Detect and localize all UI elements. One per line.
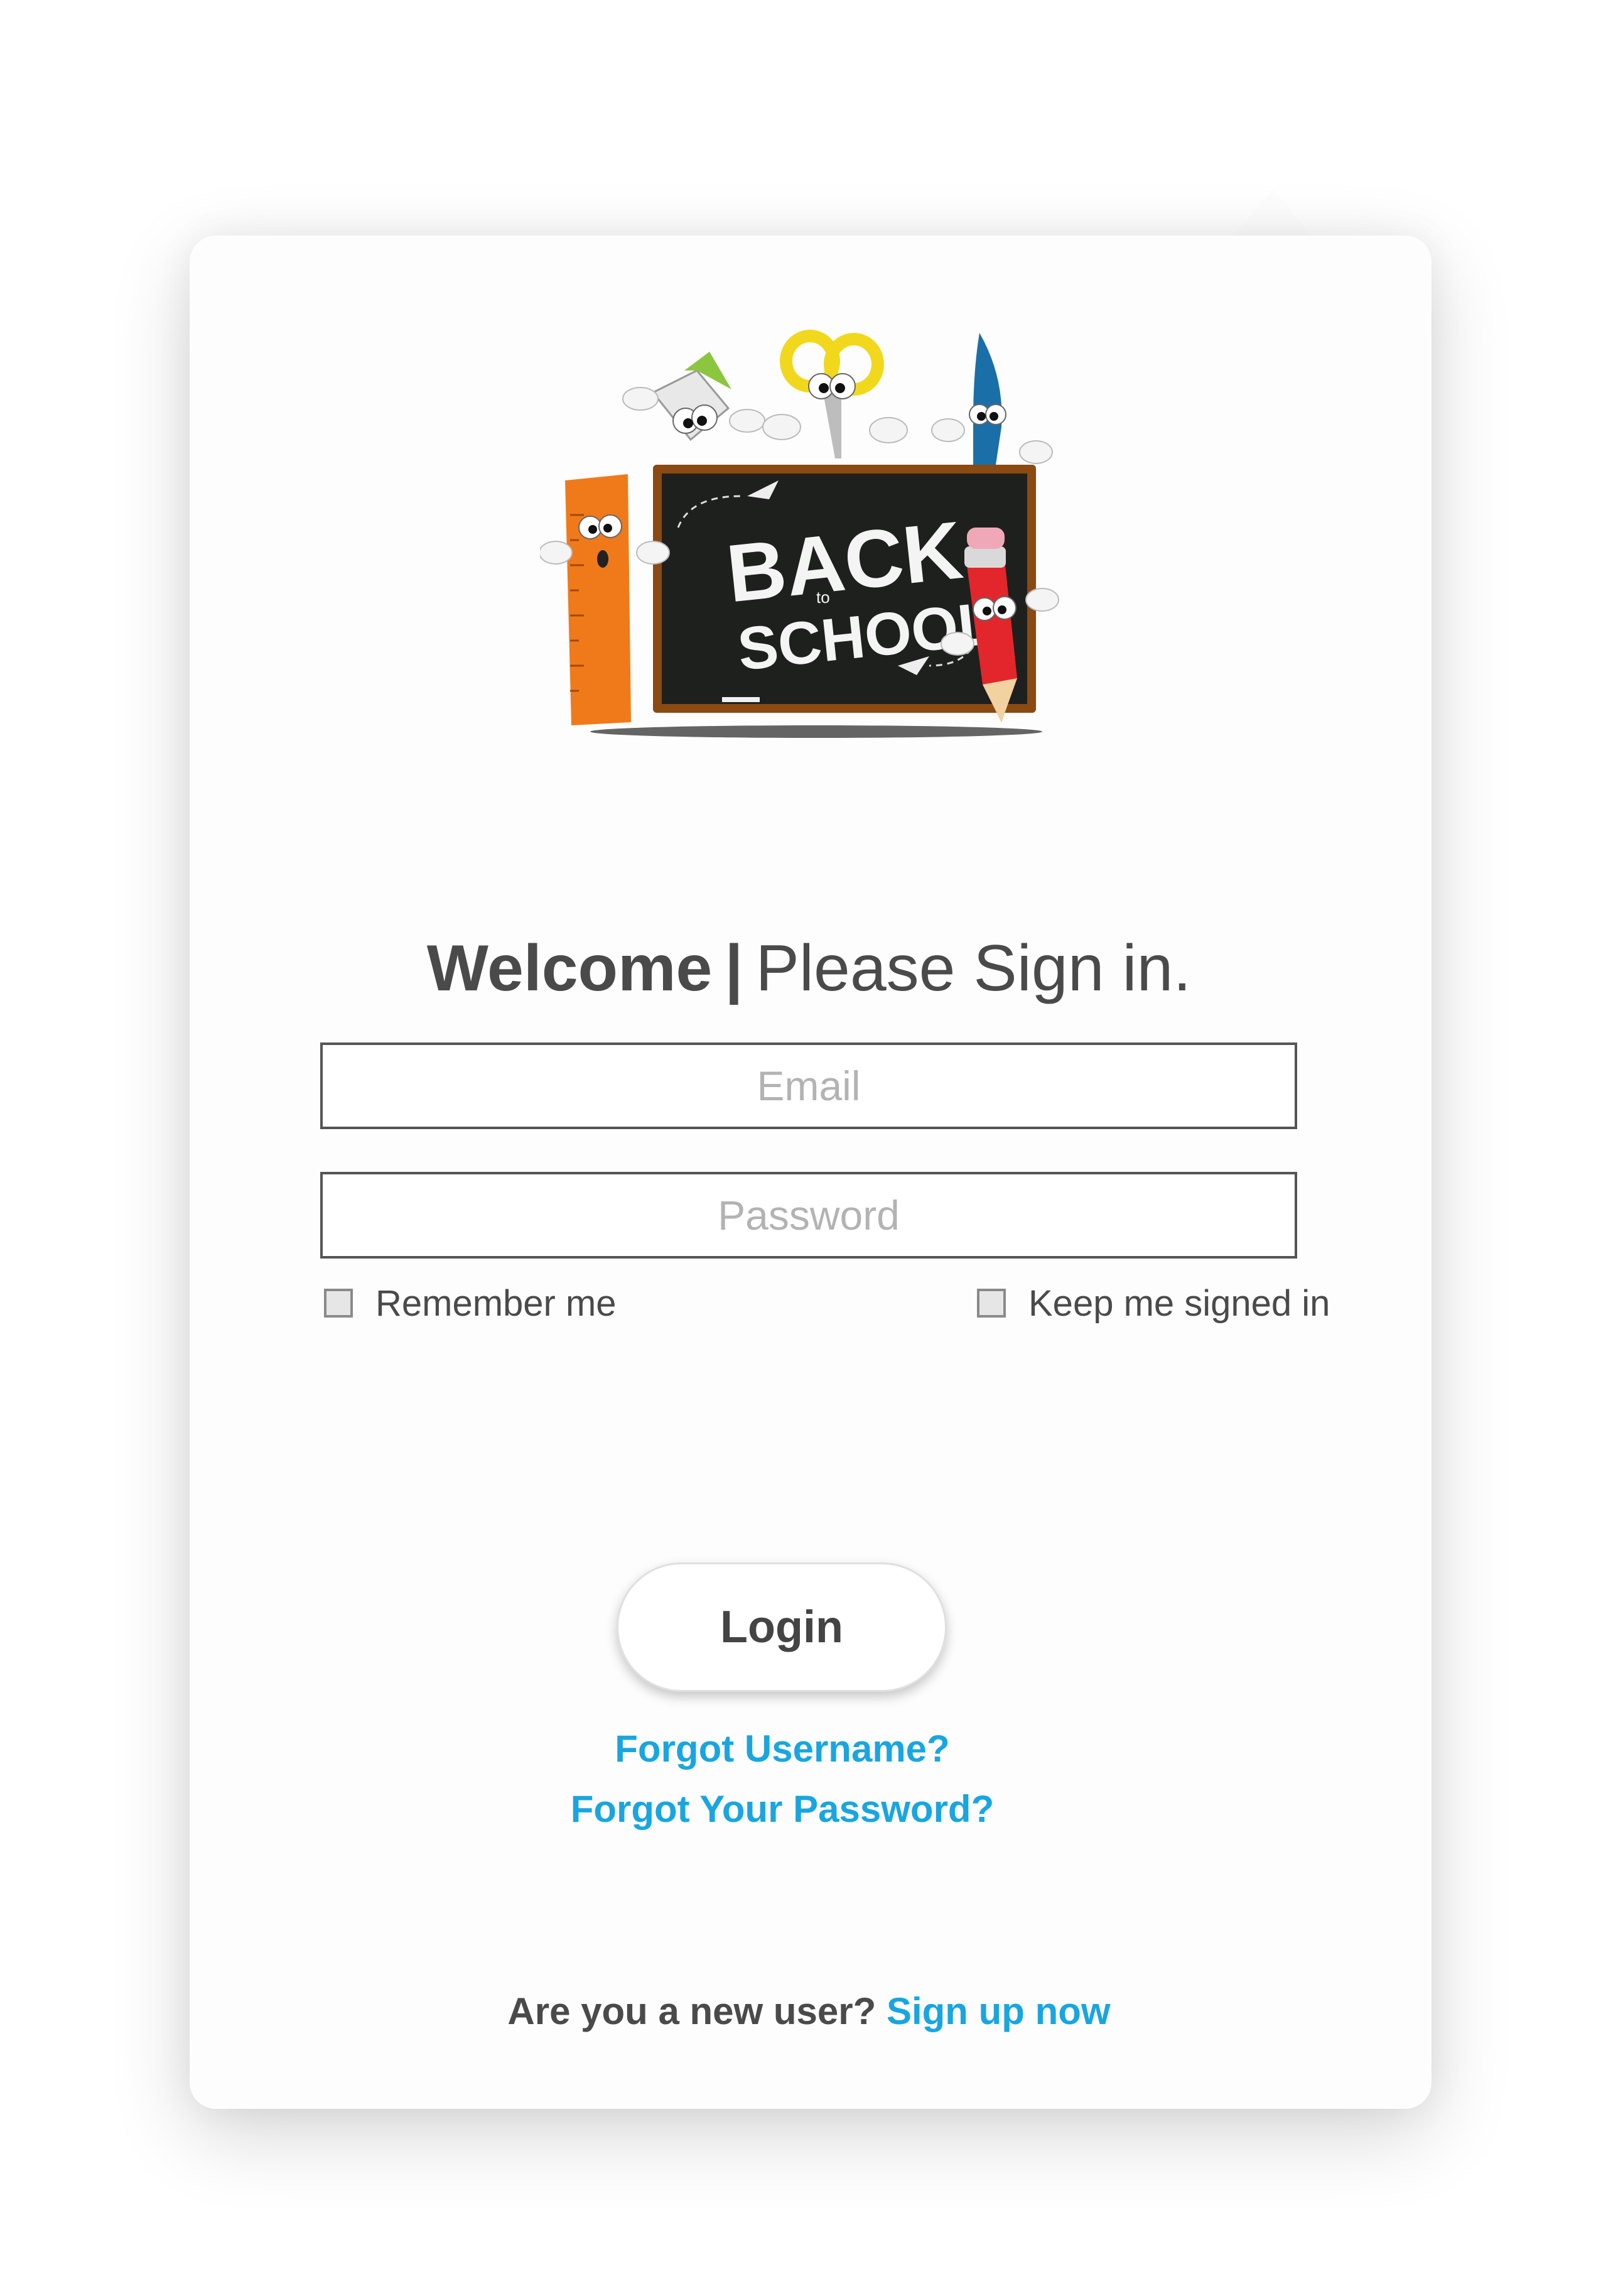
remember-me-checkbox[interactable] xyxy=(324,1289,353,1318)
sign-up-link[interactable]: Sign up now xyxy=(887,1990,1111,2032)
svg-text:to: to xyxy=(816,588,830,607)
back-to-school-logo: BACK to SCHOOL xyxy=(540,327,1092,754)
welcome-text: Welcome xyxy=(426,932,713,1005)
email-input[interactable] xyxy=(320,1042,1297,1129)
keep-signed-in-checkbox[interactable] xyxy=(977,1289,1006,1318)
remember-me-option[interactable]: Remember me xyxy=(324,1281,617,1325)
forgot-username-link[interactable]: Forgot Username? xyxy=(0,1727,1565,1770)
keep-signed-in-option[interactable]: Keep me signed in xyxy=(977,1281,1330,1325)
remember-me-label: Remember me xyxy=(375,1282,617,1324)
eraser-character-icon xyxy=(622,352,765,441)
new-user-question: Are you a new user? xyxy=(507,1990,876,2032)
keep-signed-in-label: Keep me signed in xyxy=(1028,1282,1330,1324)
page-title: Welcome | Please Sign in. xyxy=(0,929,1618,1008)
popover-pointer xyxy=(1232,190,1313,236)
signup-prompt: Are you a new user? Sign up now xyxy=(0,1990,1618,2033)
password-input[interactable] xyxy=(320,1172,1297,1259)
forgot-password-link[interactable]: Forgot Your Password? xyxy=(0,1787,1565,1831)
ruler-character-icon xyxy=(540,474,670,725)
login-button[interactable]: Login xyxy=(617,1562,947,1692)
sign-in-prompt: Please Sign in. xyxy=(755,932,1192,1005)
scissors-character-icon xyxy=(762,330,908,458)
page: BACK to SCHOOL Welcome | Please Sign in.… xyxy=(0,0,1618,2296)
title-separator: | xyxy=(725,932,743,1005)
